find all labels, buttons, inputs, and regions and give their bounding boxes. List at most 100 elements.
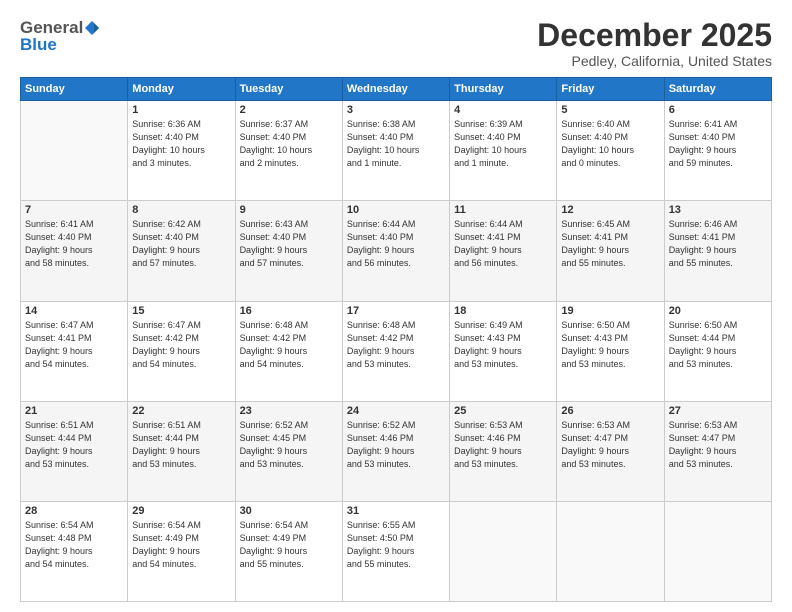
calendar-week-row: 28 Sunrise: 6:54 AM Sunset: 4:48 PM Dayli… [21, 501, 772, 601]
table-row: 24Sunrise: 6:52 AM Sunset: 4:46 PM Dayli… [342, 401, 449, 501]
day-number: 24 [347, 405, 445, 417]
day-info: Sunrise: 6:55 AM Sunset: 4:50 PM Dayligh… [347, 519, 445, 571]
title-area: December 2025 Pedley, California, United… [537, 18, 772, 69]
location: Pedley, California, United States [537, 53, 772, 69]
day-number: 1 [132, 104, 230, 116]
table-row: 21 Sunrise: 6:51 AM Sunset: 4:44 PM Dayli… [21, 401, 128, 501]
table-row: 23Sunrise: 6:52 AM Sunset: 4:45 PM Dayli… [235, 401, 342, 501]
table-row: 30 Sunrise: 6:54 AM Sunset: 4:49 PM Dayli… [235, 501, 342, 601]
day-info: Sunrise: 6:54 AM Sunset: 4:49 PM Dayligh… [132, 519, 230, 571]
day-number: 5 [561, 104, 659, 116]
day-number: 16 [240, 305, 338, 317]
table-row: 22 Sunrise: 6:51 AM Sunset: 4:44 PM Dayli… [128, 401, 235, 501]
table-row: 6 Sunrise: 6:41 AM Sunset: 4:40 PM Daylig… [664, 101, 771, 201]
table-row: 18 Sunrise: 6:49 AM Sunset: 4:43 PM Dayli… [450, 301, 557, 401]
day-number: 7 [25, 204, 123, 216]
day-number: 3 [347, 104, 445, 116]
day-info: Sunrise: 6:42 AM Sunset: 4:40 PM Dayligh… [132, 218, 230, 270]
day-info: Sunrise: 6:39 AM Sunset: 4:40 PM Dayligh… [454, 118, 552, 170]
table-row: 13 Sunrise: 6:46 AM Sunset: 4:41 PM Dayli… [664, 201, 771, 301]
table-row: 10 Sunrise: 6:44 AM Sunset: 4:40 PM Dayli… [342, 201, 449, 301]
table-row: 25 Sunrise: 6:53 AM Sunset: 4:46 PM Dayli… [450, 401, 557, 501]
day-number: 26 [561, 405, 659, 417]
calendar-week-row: 21 Sunrise: 6:51 AM Sunset: 4:44 PM Dayli… [21, 401, 772, 501]
calendar-table: Sunday Monday Tuesday Wednesday Thursday… [20, 77, 772, 602]
table-row: 20 Sunrise: 6:50 AM Sunset: 4:44 PM Dayli… [664, 301, 771, 401]
table-row: 11Sunrise: 6:44 AM Sunset: 4:41 PM Dayli… [450, 201, 557, 301]
day-number: 31 [347, 505, 445, 517]
table-row: 12 Sunrise: 6:45 AM Sunset: 4:41 PM Dayli… [557, 201, 664, 301]
day-number: 20 [669, 305, 767, 317]
table-row: 1 Sunrise: 6:36 AM Sunset: 4:40 PM Daylig… [128, 101, 235, 201]
day-info: Sunrise: 6:36 AM Sunset: 4:40 PM Dayligh… [132, 118, 230, 170]
table-row: 29Sunrise: 6:54 AM Sunset: 4:49 PM Dayli… [128, 501, 235, 601]
day-number: 9 [240, 204, 338, 216]
day-info: Sunrise: 6:53 AM Sunset: 4:46 PM Dayligh… [454, 419, 552, 471]
day-info: Sunrise: 6:40 AM Sunset: 4:40 PM Dayligh… [561, 118, 659, 170]
table-row: 16 Sunrise: 6:48 AM Sunset: 4:42 PM Dayli… [235, 301, 342, 401]
day-info: Sunrise: 6:43 AM Sunset: 4:40 PM Dayligh… [240, 218, 338, 270]
day-number: 23 [240, 405, 338, 417]
table-row [557, 501, 664, 601]
day-number: 12 [561, 204, 659, 216]
col-saturday: Saturday [664, 78, 771, 101]
col-monday: Monday [128, 78, 235, 101]
day-info: Sunrise: 6:51 AM Sunset: 4:44 PM Dayligh… [25, 419, 123, 471]
day-number: 28 [25, 505, 123, 517]
day-info: Sunrise: 6:44 AM Sunset: 4:40 PM Dayligh… [347, 218, 445, 270]
day-number: 21 [25, 405, 123, 417]
table-row: 31 Sunrise: 6:55 AM Sunset: 4:50 PM Dayli… [342, 501, 449, 601]
table-row: 5 Sunrise: 6:40 AM Sunset: 4:40 PM Daylig… [557, 101, 664, 201]
col-thursday: Thursday [450, 78, 557, 101]
table-row: 4Sunrise: 6:39 AM Sunset: 4:40 PM Daylig… [450, 101, 557, 201]
header: General Blue December 2025 Pedley, Calif… [20, 18, 772, 69]
table-row [664, 501, 771, 601]
logo-blue: Blue [20, 35, 57, 55]
day-info: Sunrise: 6:41 AM Sunset: 4:40 PM Dayligh… [669, 118, 767, 170]
table-row: 28 Sunrise: 6:54 AM Sunset: 4:48 PM Dayli… [21, 501, 128, 601]
day-info: Sunrise: 6:53 AM Sunset: 4:47 PM Dayligh… [669, 419, 767, 471]
logo-icon [84, 20, 100, 36]
table-row: 26Sunrise: 6:53 AM Sunset: 4:47 PM Dayli… [557, 401, 664, 501]
col-sunday: Sunday [21, 78, 128, 101]
table-row: 27 Sunrise: 6:53 AM Sunset: 4:47 PM Dayli… [664, 401, 771, 501]
day-info: Sunrise: 6:44 AM Sunset: 4:41 PM Dayligh… [454, 218, 552, 270]
table-row: 14Sunrise: 6:47 AM Sunset: 4:41 PM Dayli… [21, 301, 128, 401]
table-row [21, 101, 128, 201]
day-info: Sunrise: 6:38 AM Sunset: 4:40 PM Dayligh… [347, 118, 445, 170]
day-number: 25 [454, 405, 552, 417]
table-row: 19 Sunrise: 6:50 AM Sunset: 4:43 PM Dayli… [557, 301, 664, 401]
day-info: Sunrise: 6:54 AM Sunset: 4:49 PM Dayligh… [240, 519, 338, 571]
day-info: Sunrise: 6:47 AM Sunset: 4:42 PM Dayligh… [132, 319, 230, 371]
day-number: 8 [132, 204, 230, 216]
month-title: December 2025 [537, 18, 772, 53]
day-info: Sunrise: 6:45 AM Sunset: 4:41 PM Dayligh… [561, 218, 659, 270]
day-number: 10 [347, 204, 445, 216]
calendar-week-row: 14Sunrise: 6:47 AM Sunset: 4:41 PM Dayli… [21, 301, 772, 401]
day-info: Sunrise: 6:50 AM Sunset: 4:43 PM Dayligh… [561, 319, 659, 371]
day-number: 30 [240, 505, 338, 517]
day-number: 27 [669, 405, 767, 417]
page: General Blue December 2025 Pedley, Calif… [0, 0, 792, 612]
table-row: 3 Sunrise: 6:38 AM Sunset: 4:40 PM Daylig… [342, 101, 449, 201]
day-number: 22 [132, 405, 230, 417]
day-number: 13 [669, 204, 767, 216]
day-info: Sunrise: 6:47 AM Sunset: 4:41 PM Dayligh… [25, 319, 123, 371]
day-number: 18 [454, 305, 552, 317]
day-info: Sunrise: 6:50 AM Sunset: 4:44 PM Dayligh… [669, 319, 767, 371]
day-info: Sunrise: 6:49 AM Sunset: 4:43 PM Dayligh… [454, 319, 552, 371]
day-info: Sunrise: 6:54 AM Sunset: 4:48 PM Dayligh… [25, 519, 123, 571]
day-info: Sunrise: 6:46 AM Sunset: 4:41 PM Dayligh… [669, 218, 767, 270]
day-info: Sunrise: 6:48 AM Sunset: 4:42 PM Dayligh… [240, 319, 338, 371]
col-wednesday: Wednesday [342, 78, 449, 101]
logo: General Blue [20, 18, 101, 55]
day-number: 19 [561, 305, 659, 317]
day-info: Sunrise: 6:51 AM Sunset: 4:44 PM Dayligh… [132, 419, 230, 471]
table-row: 7Sunrise: 6:41 AM Sunset: 4:40 PM Daylig… [21, 201, 128, 301]
table-row: 2Sunrise: 6:37 AM Sunset: 4:40 PM Daylig… [235, 101, 342, 201]
table-row: 17Sunrise: 6:48 AM Sunset: 4:42 PM Dayli… [342, 301, 449, 401]
col-tuesday: Tuesday [235, 78, 342, 101]
day-number: 6 [669, 104, 767, 116]
table-row: 15Sunrise: 6:47 AM Sunset: 4:42 PM Dayli… [128, 301, 235, 401]
calendar-week-row: 7Sunrise: 6:41 AM Sunset: 4:40 PM Daylig… [21, 201, 772, 301]
